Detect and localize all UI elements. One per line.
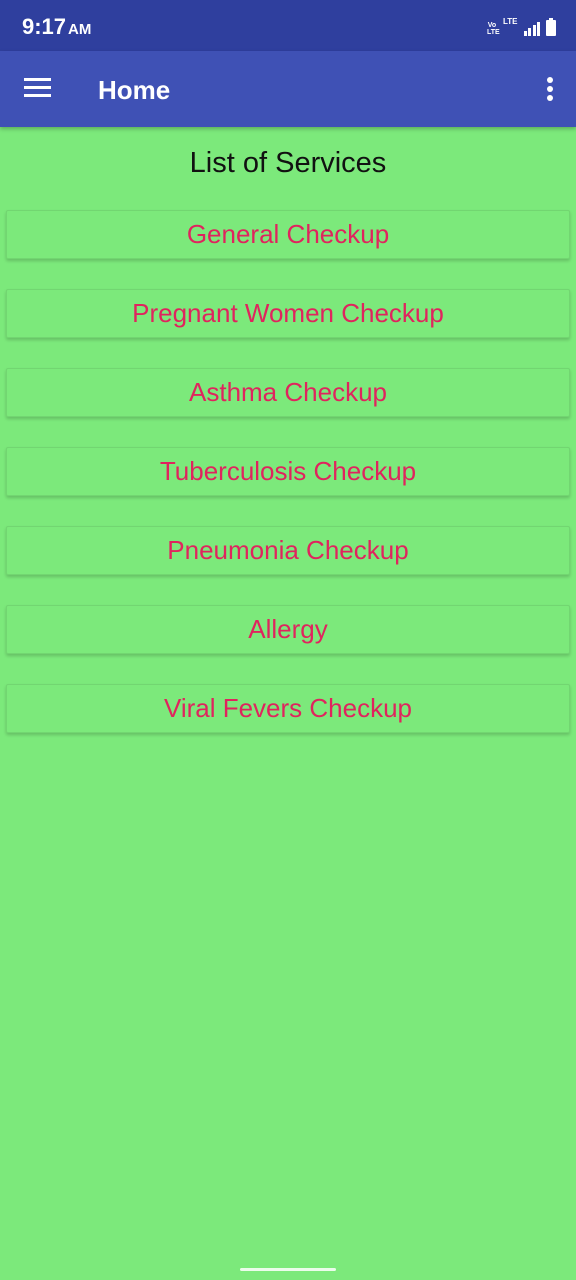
service-button-asthma-checkup[interactable]: Asthma Checkup: [6, 368, 570, 417]
service-button-pregnant-women-checkup[interactable]: Pregnant Women Checkup: [6, 289, 570, 338]
service-button-allergy[interactable]: Allergy: [6, 605, 570, 654]
service-button-viral-fevers-checkup[interactable]: Viral Fevers Checkup: [6, 684, 570, 733]
signal-icon: [523, 22, 540, 36]
volte-icon: Vo LTE: [486, 22, 500, 36]
service-button-pneumonia-checkup[interactable]: Pneumonia Checkup: [6, 526, 570, 575]
app-title: Home: [98, 75, 171, 105]
status-time: 9:17 AM: [22, 14, 91, 40]
service-button-general-checkup[interactable]: General Checkup: [6, 210, 570, 259]
service-button-tuberculosis-checkup[interactable]: Tuberculosis Checkup: [6, 447, 570, 496]
battery-icon: [546, 18, 556, 36]
status-icons: Vo LTE LTE: [487, 18, 556, 36]
gesture-nav-handle[interactable]: [240, 1268, 336, 1271]
status-bar: 9:17 AM Vo LTE LTE: [0, 0, 576, 51]
hamburger-menu-icon[interactable]: [24, 78, 51, 98]
more-vert-icon[interactable]: [546, 77, 554, 101]
services-heading: List of Services: [189, 147, 387, 179]
status-ampm: AM: [68, 21, 92, 38]
app-bar: Home: [0, 51, 576, 127]
lte-icon: LTE: [502, 17, 518, 26]
status-clock: 9:17: [22, 14, 67, 39]
